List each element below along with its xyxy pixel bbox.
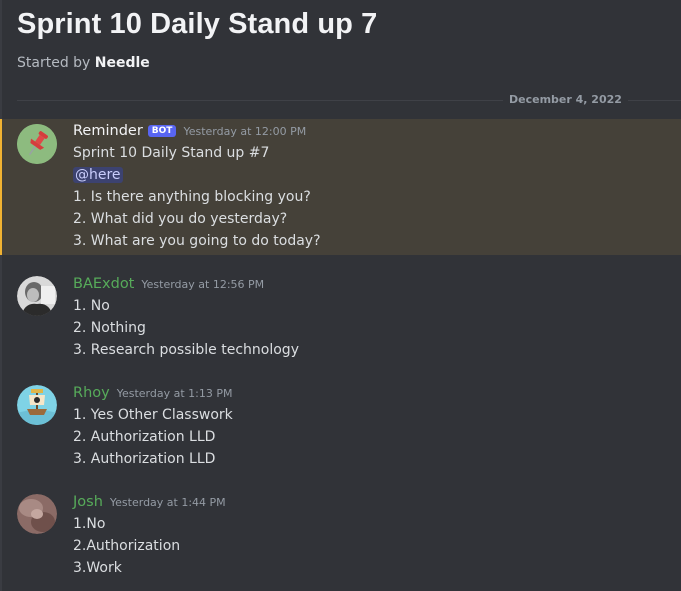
- user-photo-icon: [17, 276, 57, 316]
- username[interactable]: BAExdot: [73, 276, 134, 292]
- message-content: 1. No 2. Nothing 3. Research possible te…: [73, 295, 299, 361]
- message-line: 2.Authorization: [73, 538, 181, 554]
- avatar[interactable]: [17, 124, 57, 164]
- timestamp[interactable]: Yesterday at 12:56 PM: [141, 278, 264, 291]
- message-baexdot[interactable]: BAExdot Yesterday at 12:56 PM 1. No 2. N…: [0, 272, 681, 367]
- message-header: Josh Yesterday at 1:44 PM: [73, 494, 226, 510]
- message-line: 3. Authorization LLD: [73, 451, 216, 467]
- timestamp[interactable]: Yesterday at 12:00 PM: [183, 125, 306, 138]
- timestamp[interactable]: Yesterday at 1:13 PM: [117, 387, 233, 400]
- date-divider-label: December 4, 2022: [503, 93, 628, 106]
- thread-header: Sprint 10 Daily Stand up 7 Started by Ne…: [17, 8, 377, 71]
- message-header: Reminder BOT Yesterday at 12:00 PM: [73, 123, 306, 139]
- avatar[interactable]: [17, 494, 57, 534]
- message-line: 1. Yes Other Classwork: [73, 407, 233, 423]
- message-line: Sprint 10 Daily Stand up #7: [73, 145, 270, 161]
- user-photo-icon: [17, 494, 57, 534]
- here-mention[interactable]: @here: [73, 167, 123, 183]
- avatar[interactable]: [17, 276, 57, 316]
- message-content: 1. Yes Other Classwork 2. Authorization …: [73, 404, 233, 470]
- message-line: 1. No: [73, 298, 110, 314]
- username[interactable]: Josh: [73, 494, 103, 510]
- message-content: Sprint 10 Daily Stand up #7 @here 1. Is …: [73, 142, 321, 252]
- message-header: Rhoy Yesterday at 1:13 PM: [73, 385, 233, 401]
- message-line: 1.No: [73, 516, 106, 532]
- username[interactable]: Rhoy: [73, 385, 110, 401]
- thread-author[interactable]: Needle: [95, 55, 150, 71]
- message-line: 3.Work: [73, 560, 122, 576]
- message-line: 3. Research possible technology: [73, 342, 299, 358]
- avatar[interactable]: [17, 385, 57, 425]
- thread-title: Sprint 10 Daily Stand up 7: [17, 8, 378, 40]
- message-josh[interactable]: Josh Yesterday at 1:44 PM 1.No 2.Authori…: [0, 490, 681, 585]
- message-line: 2. Authorization LLD: [73, 429, 216, 445]
- pushpin-icon: [17, 124, 57, 164]
- timestamp[interactable]: Yesterday at 1:44 PM: [110, 496, 226, 509]
- thread-started-by: Started by Needle: [17, 55, 377, 71]
- message-content: 1.No 2.Authorization 3.Work: [73, 513, 180, 579]
- message-line: 2. What did you do yesterday?: [73, 211, 288, 227]
- bot-badge: BOT: [147, 125, 177, 137]
- message-line: 2. Nothing: [73, 320, 146, 336]
- started-prefix: Started by: [17, 55, 95, 71]
- message-line: 1. Is there anything blocking you?: [73, 189, 311, 205]
- message-header: BAExdot Yesterday at 12:56 PM: [73, 276, 264, 292]
- username[interactable]: Reminder: [73, 123, 143, 139]
- pirate-ship-icon: [17, 385, 57, 425]
- message-rhoy[interactable]: Rhoy Yesterday at 1:13 PM 1. Yes Other C…: [0, 381, 681, 476]
- message-line: 3. What are you going to do today?: [73, 233, 321, 249]
- message-reminder[interactable]: Reminder BOT Yesterday at 12:00 PM Sprin…: [0, 119, 681, 255]
